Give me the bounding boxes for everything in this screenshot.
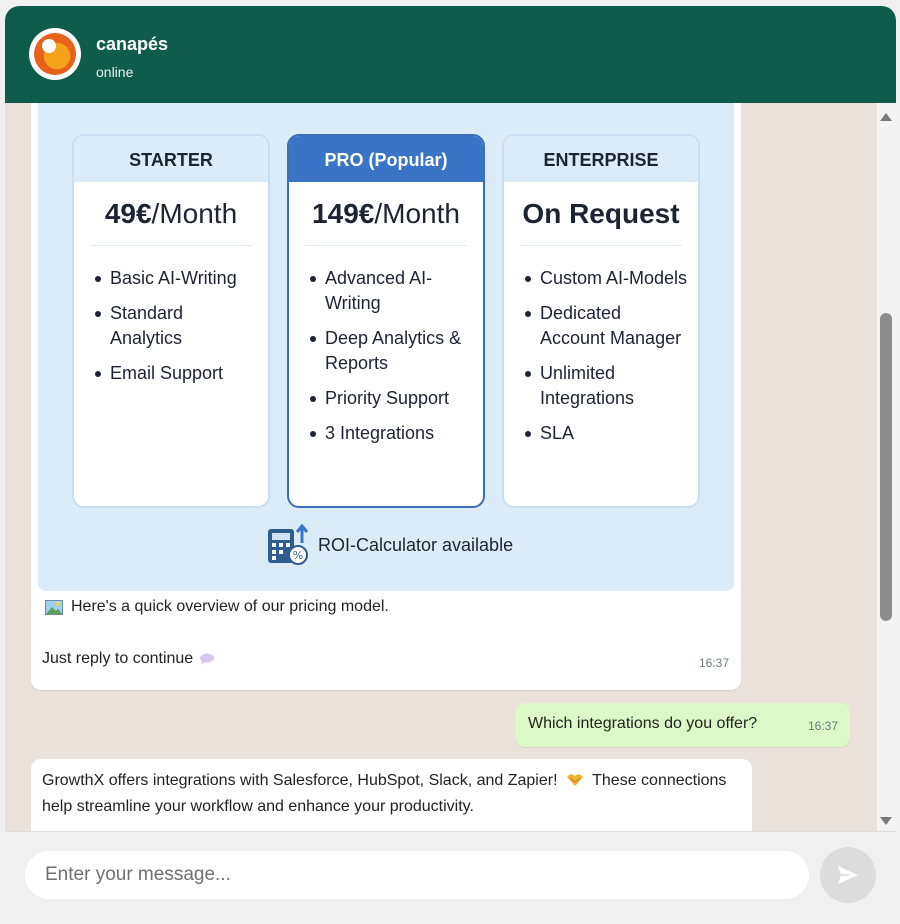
feature-item: SLA bbox=[524, 421, 688, 446]
plan-name: PRO (Popular) bbox=[289, 136, 483, 182]
feature-item: 3 Integrations bbox=[309, 421, 473, 446]
plan-name: ENTERPRISE bbox=[504, 136, 698, 182]
chat-window: canapés online STARTER 49€/Month Basic A… bbox=[5, 6, 896, 920]
message-text-part: GrowthX offers integrations with Salesfo… bbox=[42, 772, 558, 789]
feature-item: Email Support bbox=[94, 361, 258, 386]
incoming-message: GrowthX offers integrations with Salesfo… bbox=[31, 759, 752, 831]
scroll-up-arrow-icon[interactable] bbox=[880, 113, 892, 121]
send-button[interactable] bbox=[820, 847, 876, 903]
chat-title: canapés bbox=[96, 34, 169, 54]
feature-item: Unlimited Integrations bbox=[524, 361, 688, 411]
image-icon bbox=[45, 599, 63, 615]
feature-list: Custom AI-Models Dedicated Account Manag… bbox=[504, 246, 698, 446]
message-text: Which integrations do you offer? bbox=[528, 715, 758, 732]
avatar-logo-icon bbox=[34, 33, 76, 75]
chat-scrollbar[interactable] bbox=[877, 103, 896, 831]
feature-item: Deep Analytics & Reports bbox=[309, 326, 473, 376]
plan-price: On Request bbox=[520, 182, 682, 246]
plan-price: 49€/Month bbox=[90, 182, 252, 246]
send-icon bbox=[838, 866, 858, 884]
scroll-thumb[interactable] bbox=[880, 313, 892, 621]
pricing-image[interactable]: STARTER 49€/Month Basic AI-Writing Stand… bbox=[38, 103, 734, 591]
plan-card-enterprise: ENTERPRISE On Request Custom AI-Models D… bbox=[502, 134, 700, 508]
roi-label: ROI-Calculator available bbox=[318, 534, 514, 555]
feature-list: Advanced AI-Writing Deep Analytics & Rep… bbox=[289, 246, 483, 446]
message-input[interactable] bbox=[25, 851, 809, 899]
speech-bubble-icon bbox=[200, 653, 215, 665]
pricing-message: STARTER 49€/Month Basic AI-Writing Stand… bbox=[31, 103, 741, 690]
chat-status: online bbox=[96, 64, 134, 80]
composer-bar bbox=[5, 831, 896, 920]
price-amount: On Request bbox=[522, 198, 680, 229]
feature-item: Priority Support bbox=[309, 386, 473, 411]
feature-item: Custom AI-Models bbox=[524, 266, 688, 291]
scroll-down-arrow-icon[interactable] bbox=[880, 817, 892, 825]
plan-name: STARTER bbox=[74, 136, 268, 182]
price-amount: 149€ bbox=[312, 198, 375, 229]
feature-item: Basic AI-Writing bbox=[94, 266, 258, 291]
message-list: STARTER 49€/Month Basic AI-Writing Stand… bbox=[5, 103, 875, 831]
price-amount: 49€ bbox=[104, 198, 152, 229]
feature-list: Basic AI-Writing Standard Analytics Emai… bbox=[74, 246, 268, 386]
calculator-icon: % bbox=[268, 523, 309, 565]
avatar[interactable] bbox=[29, 28, 81, 80]
svg-text:%: % bbox=[293, 549, 303, 562]
feature-item: Standard Analytics bbox=[94, 301, 258, 351]
reply-hint-text: Just reply to continue bbox=[42, 650, 194, 667]
chat-header: canapés online bbox=[5, 6, 896, 103]
plan-price: 149€/Month bbox=[305, 182, 467, 246]
caption-text: Here's a quick overview of our pricing m… bbox=[71, 598, 389, 615]
price-period: /Month bbox=[151, 198, 238, 229]
message-time: 16:37 bbox=[807, 719, 838, 733]
message-text: GrowthX offers integrations with Salesfo… bbox=[42, 768, 732, 820]
outgoing-message: Which integrations do you offer? 16:37 bbox=[515, 703, 850, 747]
message-time: 16:37 bbox=[698, 656, 729, 670]
feature-item: Advanced AI-Writing bbox=[309, 266, 473, 316]
caption: Here's a quick overview of our pricing m… bbox=[45, 598, 389, 616]
roi-calculator-note: % ROI-Calculator available bbox=[266, 523, 513, 567]
plan-card-pro: PRO (Popular) 149€/Month Advanced AI-Wri… bbox=[287, 134, 485, 508]
feature-item: Dedicated Account Manager bbox=[524, 301, 688, 351]
handshake-icon bbox=[566, 774, 583, 786]
reply-hint: Just reply to continue bbox=[42, 650, 215, 668]
plan-card-starter: STARTER 49€/Month Basic AI-Writing Stand… bbox=[72, 134, 270, 508]
price-period: /Month bbox=[374, 198, 460, 229]
